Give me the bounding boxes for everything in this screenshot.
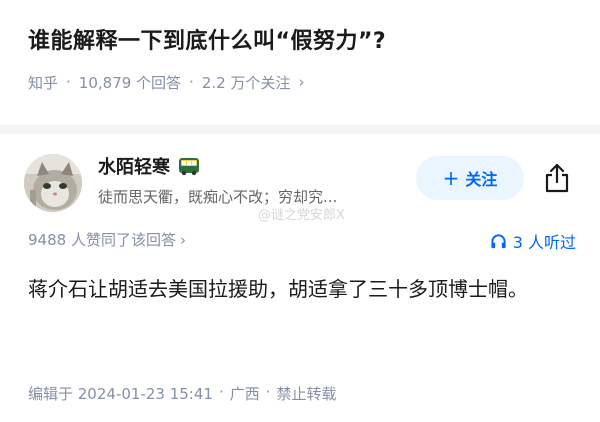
follow-label: 关注 xyxy=(465,170,498,189)
answer-stats: 9488 人赞同了该回答 › 3 人听过 xyxy=(28,229,576,253)
avatar[interactable] xyxy=(24,154,82,212)
meta-separator: · xyxy=(66,73,71,91)
ip-location: 广西 xyxy=(229,385,260,403)
answer-content[interactable]: 蒋介石让胡适去美国拉援助，胡适拿了三十多顶博士帽。 xyxy=(28,271,576,307)
copyright-notice: 禁止转载 xyxy=(276,385,337,403)
question-title[interactable]: 谁能解释一下到底什么叫“假努力”? xyxy=(28,26,578,58)
footer-separator: · xyxy=(265,383,271,401)
author-name-row: 水陌轻寒 xyxy=(98,153,200,179)
meta-separator: · xyxy=(189,73,194,91)
answer-count[interactable]: 10,879 个回答 xyxy=(79,72,181,93)
source-label[interactable]: 知乎 xyxy=(28,72,58,93)
author-name[interactable]: 水陌轻寒 xyxy=(98,153,170,179)
edit-time: 编辑于 2024-01-23 15:41 xyxy=(28,385,213,403)
listen-count[interactable]: 3 人听过 xyxy=(490,229,576,253)
vote-count[interactable]: 9488 人赞同了该回答 › xyxy=(28,229,186,250)
question-header: 谁能解释一下到底什么叫“假努力”? 知乎 · 10,879 个回答 · 2.2 … xyxy=(28,26,578,93)
share-icon[interactable] xyxy=(542,162,572,194)
plus-icon: + xyxy=(442,166,460,190)
chevron-right-icon[interactable]: › xyxy=(298,73,304,91)
follow-button[interactable]: + 关注 xyxy=(416,156,524,200)
listen-count-label: 3 人听过 xyxy=(512,233,576,252)
watermark-text: @谜之党安郎X xyxy=(258,208,345,223)
bus-badge-icon xyxy=(179,158,199,176)
headphone-icon xyxy=(491,233,506,248)
footer-separator: · xyxy=(218,383,224,401)
chevron-right-icon: › xyxy=(179,231,186,249)
follower-count[interactable]: 2.2 万个关注 xyxy=(202,72,291,93)
answer-footer: 编辑于 2024-01-23 15:41 · 广西 · 禁止转载 xyxy=(28,383,337,404)
section-divider xyxy=(0,125,600,134)
vote-count-label: 9488 人赞同了该回答 xyxy=(28,231,176,249)
question-meta: 知乎 · 10,879 个回答 · 2.2 万个关注 › xyxy=(28,71,578,93)
cat-avatar-icon xyxy=(24,154,82,212)
